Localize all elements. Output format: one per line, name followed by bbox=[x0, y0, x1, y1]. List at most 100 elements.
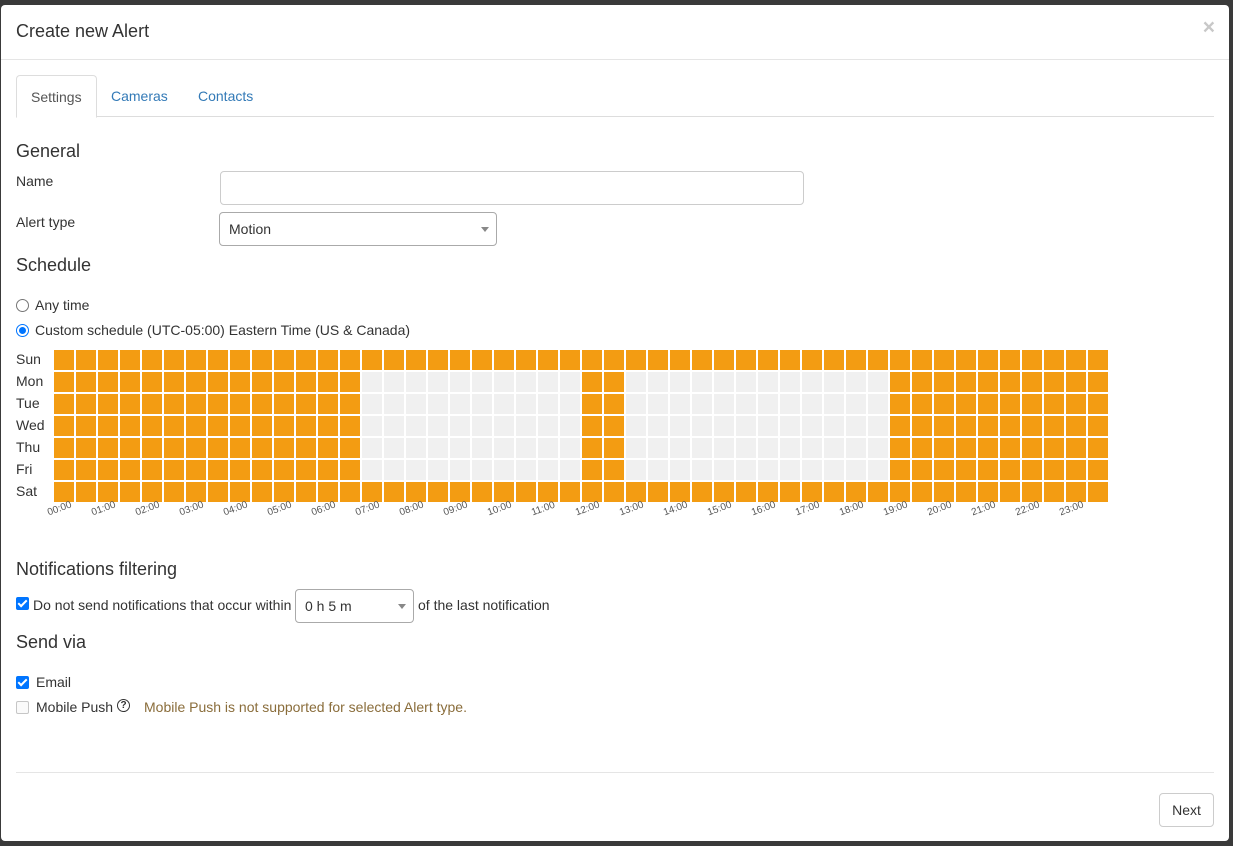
schedule-cell[interactable] bbox=[274, 372, 294, 392]
schedule-cell[interactable] bbox=[98, 372, 118, 392]
schedule-cell[interactable] bbox=[1022, 416, 1042, 436]
schedule-cell[interactable] bbox=[406, 482, 426, 502]
schedule-cell[interactable] bbox=[120, 416, 140, 436]
schedule-cell[interactable] bbox=[428, 372, 448, 392]
schedule-cell[interactable] bbox=[164, 416, 184, 436]
schedule-cell[interactable] bbox=[142, 416, 162, 436]
schedule-cell[interactable] bbox=[54, 372, 74, 392]
schedule-cell[interactable] bbox=[868, 460, 888, 480]
close-icon[interactable]: × bbox=[1203, 17, 1215, 38]
schedule-cell[interactable] bbox=[780, 460, 800, 480]
schedule-cell[interactable] bbox=[934, 350, 954, 370]
schedule-cell[interactable] bbox=[296, 372, 316, 392]
schedule-cell[interactable] bbox=[736, 416, 756, 436]
schedule-cell[interactable] bbox=[1066, 350, 1086, 370]
schedule-cell[interactable] bbox=[450, 372, 470, 392]
schedule-cell[interactable] bbox=[428, 438, 448, 458]
schedule-cell[interactable] bbox=[186, 482, 206, 502]
schedule-cell[interactable] bbox=[890, 350, 910, 370]
schedule-cell[interactable] bbox=[956, 416, 976, 436]
schedule-cell[interactable] bbox=[164, 482, 184, 502]
schedule-cell[interactable] bbox=[956, 438, 976, 458]
schedule-cell[interactable] bbox=[296, 482, 316, 502]
schedule-cell[interactable] bbox=[494, 350, 514, 370]
schedule-cell[interactable] bbox=[1088, 350, 1108, 370]
custom-schedule-radio[interactable] bbox=[16, 324, 29, 337]
schedule-cell[interactable] bbox=[296, 394, 316, 414]
schedule-cell[interactable] bbox=[692, 438, 712, 458]
schedule-cell[interactable] bbox=[472, 372, 492, 392]
schedule-cell[interactable] bbox=[714, 350, 734, 370]
schedule-cell[interactable] bbox=[604, 394, 624, 414]
schedule-cell[interactable] bbox=[494, 394, 514, 414]
schedule-cell[interactable] bbox=[252, 372, 272, 392]
schedule-cell[interactable] bbox=[428, 460, 448, 480]
schedule-cell[interactable] bbox=[560, 460, 580, 480]
schedule-cell[interactable] bbox=[560, 372, 580, 392]
schedule-cell[interactable] bbox=[1044, 416, 1064, 436]
schedule-cell[interactable] bbox=[186, 372, 206, 392]
schedule-cell[interactable] bbox=[98, 482, 118, 502]
schedule-cell[interactable] bbox=[516, 350, 536, 370]
schedule-cell[interactable] bbox=[912, 350, 932, 370]
schedule-cell[interactable] bbox=[1044, 350, 1064, 370]
schedule-cell[interactable] bbox=[516, 482, 536, 502]
schedule-cell[interactable] bbox=[758, 482, 778, 502]
schedule-cell[interactable] bbox=[714, 438, 734, 458]
mobile-push-checkbox[interactable] bbox=[16, 701, 29, 714]
schedule-cell[interactable] bbox=[1066, 460, 1086, 480]
schedule-cell[interactable] bbox=[604, 460, 624, 480]
schedule-cell[interactable] bbox=[1000, 372, 1020, 392]
schedule-cell[interactable] bbox=[802, 394, 822, 414]
schedule-cell[interactable] bbox=[824, 372, 844, 392]
schedule-cell[interactable] bbox=[164, 438, 184, 458]
schedule-cell[interactable] bbox=[1044, 482, 1064, 502]
schedule-cell[interactable] bbox=[1000, 482, 1020, 502]
schedule-cell[interactable] bbox=[340, 460, 360, 480]
schedule-cell[interactable] bbox=[846, 372, 866, 392]
schedule-cell[interactable] bbox=[802, 438, 822, 458]
schedule-cell[interactable] bbox=[824, 438, 844, 458]
schedule-cell[interactable] bbox=[274, 416, 294, 436]
schedule-cell[interactable] bbox=[824, 460, 844, 480]
schedule-cell[interactable] bbox=[736, 460, 756, 480]
schedule-cell[interactable] bbox=[252, 416, 272, 436]
schedule-cell[interactable] bbox=[890, 460, 910, 480]
schedule-cell[interactable] bbox=[846, 394, 866, 414]
schedule-cell[interactable] bbox=[186, 350, 206, 370]
schedule-cell[interactable] bbox=[274, 438, 294, 458]
schedule-cell[interactable] bbox=[736, 350, 756, 370]
schedule-cell[interactable] bbox=[538, 438, 558, 458]
schedule-cell[interactable] bbox=[560, 394, 580, 414]
schedule-cell[interactable] bbox=[516, 372, 536, 392]
schedule-cell[interactable] bbox=[494, 438, 514, 458]
schedule-cell[interactable] bbox=[912, 438, 932, 458]
schedule-cell[interactable] bbox=[670, 438, 690, 458]
throttle-checkbox[interactable] bbox=[16, 597, 29, 610]
schedule-cell[interactable] bbox=[208, 482, 228, 502]
schedule-cell[interactable] bbox=[956, 394, 976, 414]
schedule-cell[interactable] bbox=[626, 372, 646, 392]
schedule-cell[interactable] bbox=[846, 416, 866, 436]
schedule-cell[interactable] bbox=[714, 394, 734, 414]
schedule-cell[interactable] bbox=[450, 416, 470, 436]
schedule-cell[interactable] bbox=[384, 482, 404, 502]
schedule-cell[interactable] bbox=[98, 350, 118, 370]
schedule-cell[interactable] bbox=[296, 460, 316, 480]
schedule-cell[interactable] bbox=[890, 372, 910, 392]
schedule-cell[interactable] bbox=[384, 394, 404, 414]
schedule-cell[interactable] bbox=[252, 394, 272, 414]
schedule-cell[interactable] bbox=[934, 438, 954, 458]
schedule-cell[interactable] bbox=[692, 416, 712, 436]
schedule-cell[interactable] bbox=[54, 482, 74, 502]
schedule-cell[interactable] bbox=[582, 372, 602, 392]
schedule-cell[interactable] bbox=[186, 460, 206, 480]
schedule-cell[interactable] bbox=[648, 482, 668, 502]
schedule-cell[interactable] bbox=[626, 394, 646, 414]
name-input[interactable] bbox=[220, 171, 804, 205]
schedule-cell[interactable] bbox=[252, 438, 272, 458]
schedule-cell[interactable] bbox=[758, 460, 778, 480]
tab-cameras[interactable]: Cameras bbox=[97, 75, 182, 117]
schedule-cell[interactable] bbox=[472, 482, 492, 502]
schedule-cell[interactable] bbox=[230, 438, 250, 458]
